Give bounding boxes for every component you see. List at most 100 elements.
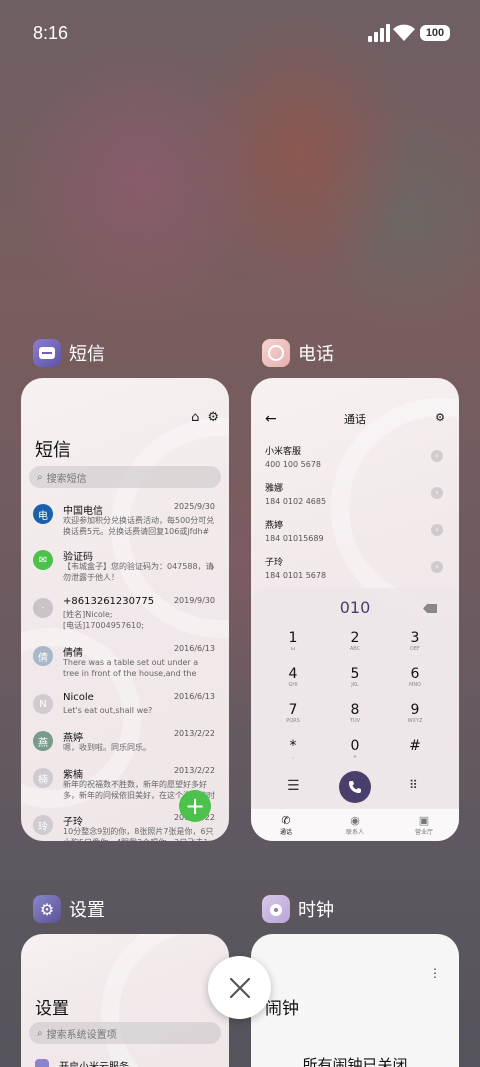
contact-row[interactable]: 小米客服 400 100 5678 › (265, 444, 445, 478)
sms-app-header[interactable]: 短信 (33, 339, 105, 367)
more-vertical-icon[interactable]: ⋮ (429, 966, 441, 980)
message-item[interactable]: 倩 倩倩 2016/6/13 There was a table set out… (29, 644, 221, 688)
sms-settings-icon[interactable]: ⚙ (207, 410, 219, 425)
call-button[interactable] (339, 771, 371, 803)
message-date: 2016/6/13 (173, 644, 215, 653)
message-date: 2025/9/30 (173, 502, 215, 511)
phone-app-card[interactable]: ← 通话 ⚙ 小米客服 400 100 5678 › 雅娜 184 0102 4… (251, 378, 459, 841)
dial-key-1[interactable]: 1ω (273, 630, 313, 652)
key-letters: JKL (351, 682, 359, 688)
key-digit: 7 (288, 702, 298, 718)
settings-app-card[interactable]: 设置 ⌕ 搜索系统设置项 开启小米云服务 (21, 934, 229, 1067)
sms-app-card[interactable]: ⌂ ⚙ 短信 ⌕ 搜索短信 电 中国电信 2025/9/30 欢迎参加积分兑换话… (21, 378, 229, 841)
person-icon: ◉ (350, 814, 360, 827)
sms-broom-icon[interactable]: ⌂ (191, 410, 199, 425)
key-digit: 5 (350, 666, 360, 682)
dialpad: 010 1ω 2 ABC 3 DEF 4 GHI 5 JKL 6 MNO 7 PQRS 8T… (251, 588, 459, 841)
dial-key-8[interactable]: 8 TUV (335, 702, 375, 724)
message-item[interactable]: · +8613261230775 2019/9/30 [姓名]Nicole; [… (29, 596, 221, 640)
key-letters: TUV (349, 718, 361, 724)
key-letters: + (352, 754, 358, 760)
clear-all-button[interactable] (208, 956, 271, 1019)
dial-key-4[interactable]: 4 GHI (273, 666, 313, 688)
chevron-right-icon[interactable]: › (431, 524, 443, 536)
dial-key-0[interactable]: 0 + (335, 738, 375, 760)
contact-name: 子玲 (265, 558, 284, 568)
contact-row[interactable]: 雅娜 184 0102 4685 › (265, 481, 445, 515)
phone-app-header[interactable]: 电话 (262, 339, 334, 367)
sms-title: 短信 (35, 440, 71, 461)
chevron-right-icon[interactable]: › (431, 487, 443, 499)
dial-key-3[interactable]: 3 DEF (395, 630, 435, 652)
dial-key-9[interactable]: 9 WXYZ (395, 702, 435, 724)
dial-key-7[interactable]: 7 PQRS (273, 702, 313, 724)
new-message-button[interactable]: + (179, 790, 211, 822)
message-preview: 嗯，收到啦。同乐同乐。 (63, 743, 151, 752)
contact-number: 184 0102 4685 (265, 497, 327, 506)
message-date: 2019/9/30 (173, 596, 215, 605)
contact-number: 184 0101 5678 (265, 571, 327, 580)
message-date: 2013/2/22 (173, 766, 215, 775)
sms-search-input[interactable]: ⌕ 搜索短信 (29, 466, 221, 488)
dial-key-2[interactable]: 2 ABC (335, 630, 375, 652)
search-icon: ⌕ (37, 1027, 43, 1039)
tab-contacts[interactable]: ◉ 联系人 (330, 814, 380, 836)
contact-name: 小米客服 (265, 447, 302, 457)
key-letters: MNO (409, 682, 421, 688)
phone-tab-bar: ✆ 通话 ◉ 联系人 ▣ 营业厅 (251, 809, 459, 841)
close-icon (229, 977, 250, 998)
key-letters: ABC (349, 646, 361, 652)
settings-app-header[interactable]: ⚙ 设置 (33, 895, 105, 923)
clock-app-card[interactable]: ⋮ 闹钟 所有闹钟已关闭 (251, 934, 459, 1067)
keypad-grid-icon[interactable]: ⠿ (409, 778, 418, 792)
key-digit: 1 (288, 630, 298, 646)
alarm-empty-text: 所有闹钟已关闭 (302, 1056, 408, 1067)
key-letters: DEF (410, 646, 420, 652)
clock-app-header[interactable]: 时钟 (262, 895, 334, 923)
key-letters: GHI (288, 682, 298, 688)
battery-icon: 100 (420, 25, 450, 41)
settings-item-cloud[interactable]: 开启小米云服务 (35, 1058, 129, 1067)
message-date: 2013/2/22 (173, 729, 215, 738)
chevron-right-icon[interactable]: › (431, 450, 443, 462)
contact-row[interactable]: 子玲 184 0101 5678 › (265, 555, 445, 589)
settings-app-name: 设置 (69, 900, 105, 921)
menu-icon[interactable]: ☰ (287, 778, 300, 794)
key-letters: , (292, 754, 294, 760)
phone-app-name: 电话 (298, 344, 334, 365)
sms-app-icon (33, 339, 61, 367)
phone-icon: ✆ (281, 814, 291, 827)
settings-search-input[interactable]: ⌕ 搜索系统设置项 (29, 1022, 221, 1044)
dial-key-star[interactable]: *, (273, 738, 313, 760)
tab-service-hall[interactable]: ▣ 营业厅 (399, 814, 449, 836)
message-item[interactable]: 电 中国电信 2025/9/30 欢迎参加积分兑换话费活动，每500分可兑换话费… (29, 502, 221, 546)
message-item[interactable]: ✉ 验证码 › 【韦城盒子】您的验证码为：047588，请勿泄露于他人！ (29, 548, 221, 592)
chat-bubble-icon: ✉ (33, 550, 53, 570)
message-preview: 10分整念9别的你，8张照片7张是你，6只小狗5只像你，4眼我3个唱你，2只飞走… (63, 827, 214, 841)
tab-label: 通话 (279, 829, 292, 836)
contact-avatar: 楠 (33, 768, 53, 788)
settings-icon[interactable]: ⚙ (435, 411, 445, 424)
dial-key-hash[interactable]: # (395, 738, 435, 760)
cloud-icon (35, 1058, 49, 1067)
key-digit: 4 (288, 666, 298, 682)
settings-search-placeholder: 搜索系统设置项 (46, 1029, 117, 1041)
chevron-right-icon[interactable]: › (431, 561, 443, 573)
tab-label: 营业厅 (414, 829, 433, 836)
settings-app-icon: ⚙ (33, 895, 61, 923)
gear-icon: ⚙ (39, 899, 55, 919)
contact-avatar: 倩 (33, 646, 53, 666)
message-preview: 欢迎参加积分兑换话费活动，每500分可兑换话费5元。兑换话费请回复106或jfd… (63, 516, 215, 536)
dial-key-5[interactable]: 5 JKL (335, 666, 375, 688)
store-icon: ▣ (418, 814, 430, 827)
contact-avatar: · (33, 598, 53, 618)
dial-key-6[interactable]: 6 MNO (395, 666, 435, 688)
tab-label: 联系人 (345, 829, 364, 836)
contact-avatar: N (33, 694, 53, 714)
telecom-logo-icon: 电 (33, 504, 53, 524)
key-digit: # (409, 738, 421, 754)
key-letters: ω (290, 646, 296, 652)
contact-row[interactable]: 燕婷 184 01015689 › (265, 518, 445, 552)
contact-avatar: 燕 (33, 731, 53, 751)
tab-calls[interactable]: ✆ 通话 (261, 814, 311, 836)
